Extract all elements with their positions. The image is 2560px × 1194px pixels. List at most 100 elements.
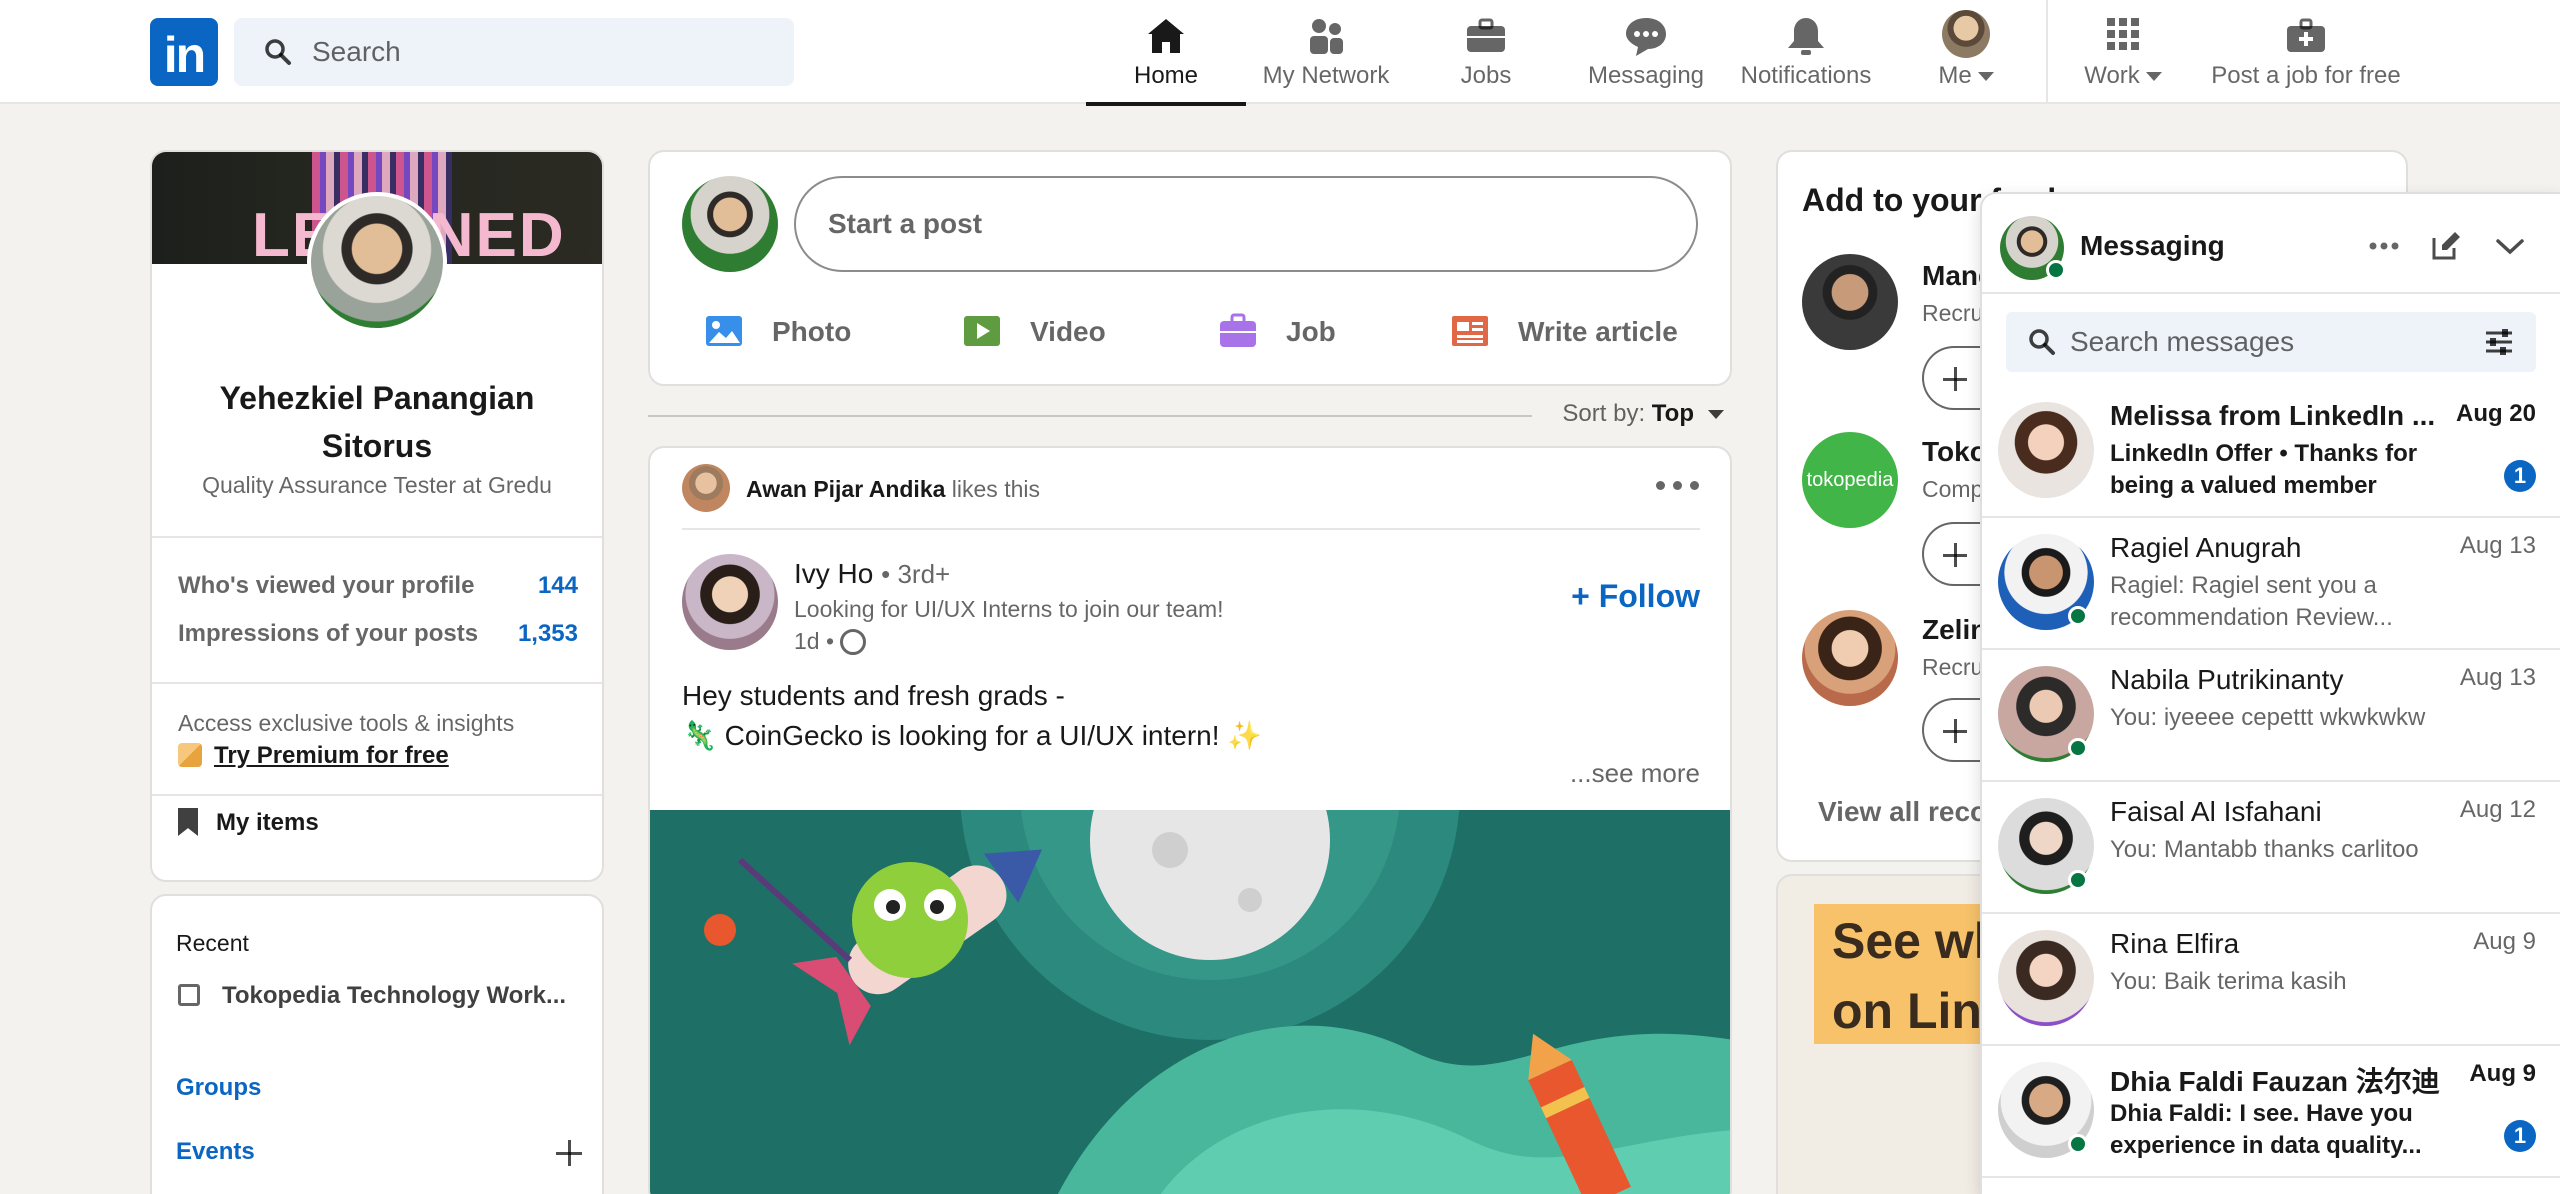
message-search-input[interactable] [2070,312,2470,372]
stat-profile-views[interactable]: Who's viewed your profile 144 [178,572,578,600]
nav-home[interactable]: Home [1086,0,1246,106]
job-button[interactable]: Job [1218,302,1336,362]
conversation-name: Dhia Faldi Fauzan 法尔迪 [2110,1066,2440,1097]
online-indicator [2068,870,2088,890]
online-indicator [2068,738,2088,758]
author-avatar[interactable] [682,554,778,650]
rec-subtitle: Comp [1922,476,1984,502]
avatar [1942,10,1990,58]
recent-item[interactable]: Tokopedia Technology Work... [178,982,566,1010]
nav-me-label: Me [1938,62,1972,89]
conversation-item[interactable]: Nabila Putrikinanty Aug 13 You: iyeeee c… [1982,650,2560,782]
nav-notifications-label: Notifications [1740,62,1872,89]
compose-icon[interactable] [2428,228,2464,264]
rec-subtitle: Recru [1922,300,1984,326]
nav-notifications[interactable]: Notifications [1726,0,1886,104]
conversation-date: Aug 12 [2459,796,2536,823]
top-navigation: in Home My Network Jobs Messaging Notifi… [0,0,2560,106]
conversation-item[interactable]: Faisal Al Isfahani Aug 12 You: Mantabb t… [1982,782,2560,914]
conversation-item[interactable]: Ragiel Anugrah Aug 13 Ragiel: Ragiel sen… [1982,518,2560,650]
calendar-icon [178,984,200,1006]
stat-value: 1,353 [517,620,578,647]
try-premium-link[interactable]: Try Premium for free [178,742,449,770]
conversation-name: Ragiel Anugrah [2110,532,2302,563]
more-options-icon[interactable] [1656,478,1700,492]
coingecko-illustration [650,810,1730,1194]
view-all-recommendations-link[interactable]: View all reco [1818,796,1987,828]
conversation-preview: You: Mantabb thanks carlitoo [2110,836,2419,863]
filter-icon[interactable] [2484,328,2514,356]
author-name[interactable]: Ivy Ho • 3rd+ [794,558,950,590]
conversation-item[interactable]: Rina Elfira Aug 9 You: Baik terima kasih [1982,914,2560,1046]
conversation-preview: Dhia Faldi: I see. Have you experience i… [2110,1100,2422,1159]
nav-home-label: Home [1133,62,1199,89]
chevron-down-icon[interactable] [2492,228,2528,264]
stat-label: Who's viewed your profile [178,572,475,599]
nav-me[interactable]: Me [1886,0,2046,104]
see-more-link[interactable]: ...see more [1570,758,1700,789]
message-search-bar[interactable] [2006,312,2536,372]
briefcase-plus-icon [2287,18,2325,52]
nav-messaging[interactable]: Messaging [1566,0,1726,104]
premium-icon [178,743,202,767]
rec-name[interactable]: Zelin [1922,614,1987,646]
start-post-button[interactable]: Start a post [794,176,1698,272]
linkedin-logo[interactable]: in [150,18,218,86]
events-link[interactable]: Events [176,1138,255,1166]
sort-dropdown[interactable]: Sort by: Top [1562,400,1724,428]
avatar[interactable] [682,464,730,512]
bookmark-icon [178,808,198,836]
profile-headline: Quality Assurance Tester at Gredu [202,472,552,498]
rec-avatar[interactable] [1802,254,1898,350]
nav-jobs-label: Jobs [1460,62,1512,89]
conversation-preview: Ragiel: Ragiel sent you a recommendation… [2110,572,2393,631]
network-icon [1310,19,1343,54]
search-input[interactable] [312,18,772,86]
profile-name[interactable]: Yehezkiel Panangian Sitorus [172,374,582,470]
nav-my-network[interactable]: My Network [1246,0,1406,104]
stat-post-impressions[interactable]: Impressions of your posts 1,353 [178,620,578,648]
bell-icon [1788,18,1824,55]
nav-jobs[interactable]: Jobs [1406,0,1566,104]
avatar[interactable] [682,176,778,272]
nav-my-network-label: My Network [1262,62,1390,89]
more-options-icon[interactable] [2366,228,2402,264]
globe-icon [840,629,867,655]
article-icon [1452,316,1488,346]
rec-subtitle: Recru [1922,654,1984,680]
rec-avatar[interactable] [1802,610,1898,706]
conversation-item[interactable]: Dhia Faldi Fauzan 法尔迪 Aug 9 Dhia Faldi: … [1982,1046,2560,1178]
post-image[interactable] [650,810,1730,1194]
online-indicator [2068,1134,2088,1154]
stat-label: Impressions of your posts [178,620,479,647]
author-headline: Looking for UI/UX Interns to join our te… [794,596,1224,622]
photo-button[interactable]: Photo [704,302,851,362]
messaging-header[interactable]: Messaging [1982,194,2560,294]
write-article-button[interactable]: Write article [1450,302,1678,362]
social-context: Awan Pijar Andika likes this [746,476,1040,502]
add-event-icon[interactable] [556,1140,582,1166]
nav-messaging-label: Messaging [1587,62,1705,89]
premium-text: Access exclusive tools & insights [178,710,515,736]
online-indicator [2068,606,2088,626]
nav-work[interactable]: Work [2048,0,2198,104]
conversation-preview: LinkedIn Offer • Thanks for being a valu… [2110,440,2418,499]
profile-card: LEARNED Yehezkiel Panangian Sitorus Qual… [150,150,604,882]
video-button[interactable]: Video [962,302,1106,362]
groups-link[interactable]: Groups [176,1074,261,1102]
messaging-title: Messaging [2080,230,2225,261]
unread-badge: 1 [2504,460,2536,492]
nav-post-job[interactable]: Post a job for free [2198,0,2414,104]
briefcase-icon [1220,313,1256,347]
conversation-date: Aug 13 [2459,664,2536,691]
my-items-link[interactable]: My items [178,808,319,837]
rec-name[interactable]: Toko [1922,436,1987,468]
profile-photo[interactable] [307,192,447,332]
conversation-name: Nabila Putrikinanty [2110,664,2344,695]
search-bar[interactable] [234,18,794,86]
conversation-date: Aug 13 [2459,532,2536,559]
follow-button[interactable]: + Follow [1571,578,1700,615]
tokopedia-logo[interactable]: tokopedia [1802,432,1898,528]
conversation-item[interactable]: Melissa from LinkedIn ... Aug 20 LinkedI… [1982,386,2560,518]
recent-card: Recent Tokopedia Technology Work... Grou… [150,894,604,1194]
